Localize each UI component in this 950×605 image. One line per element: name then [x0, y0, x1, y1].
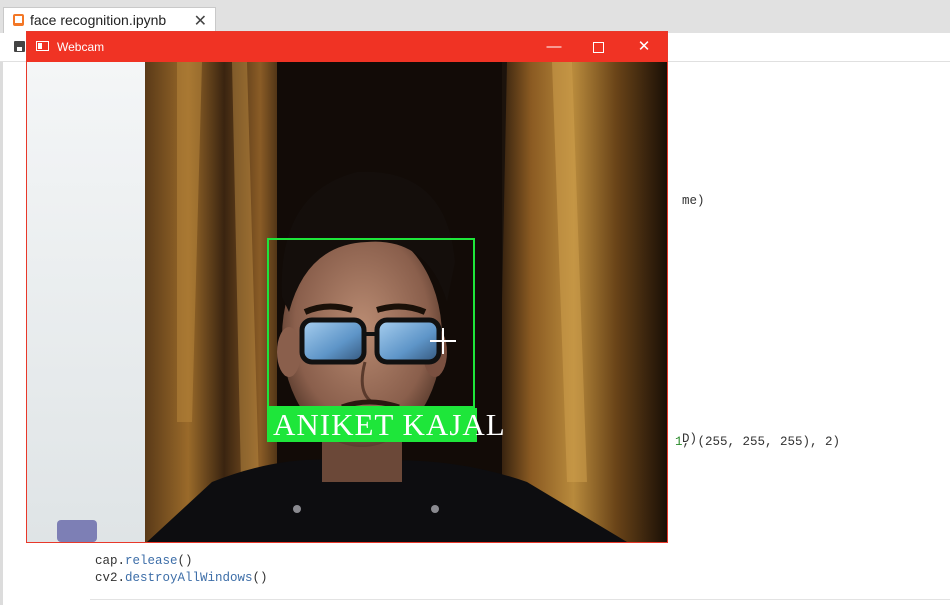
tab-strip: face recognition.ipynb ✕ — [0, 0, 950, 33]
crosshair-cursor-icon — [430, 328, 456, 354]
tab-close-icon[interactable]: ✕ — [194, 11, 207, 31]
code-line-fragment: me) — [667, 180, 705, 208]
code-number: 1 — [675, 435, 683, 449]
close-button[interactable]: ✕ — [622, 32, 666, 62]
tab-title: face recognition.ipynb — [30, 12, 167, 28]
window-app-icon — [36, 41, 49, 51]
code-function: destroyAllWindows — [125, 571, 253, 585]
webcam-titlebar[interactable]: Webcam — ✕ — [27, 32, 667, 62]
tab-face-recognition[interactable]: face recognition.ipynb ✕ — [3, 7, 216, 33]
code-line-destroy: cv2.destroyAllWindows() — [95, 571, 268, 585]
code-fragment-text: , (255, 255, 255), 2) — [682, 435, 841, 449]
code-object: cap. — [95, 554, 126, 568]
detected-name-label: ANIKET KAJAL — [273, 407, 506, 442]
face-detection-box — [267, 238, 475, 408]
code-fragment-text: me) — [682, 194, 705, 208]
minimize-button[interactable]: — — [532, 32, 576, 62]
save-icon[interactable] — [14, 41, 25, 52]
cell-divider — [90, 599, 950, 600]
code-parens: () — [177, 554, 193, 568]
webcam-window-title: Webcam — [57, 40, 105, 54]
code-object: cv2. — [95, 571, 126, 585]
webcam-feed: ANIKET KAJAL — [27, 62, 667, 542]
code-line-release: cap.release() — [95, 554, 193, 568]
maximize-button[interactable] — [576, 32, 620, 62]
left-gutter — [0, 62, 3, 605]
jupyter-notebook-icon — [13, 14, 24, 26]
webcam-window[interactable]: Webcam — ✕ ANIKET KAJAL — [26, 31, 668, 543]
maximize-icon — [592, 41, 604, 53]
code-parens: () — [252, 571, 268, 585]
code-line-fragment: 1, (255, 255, 255), 2) — [675, 435, 840, 449]
code-function: release — [125, 554, 178, 568]
